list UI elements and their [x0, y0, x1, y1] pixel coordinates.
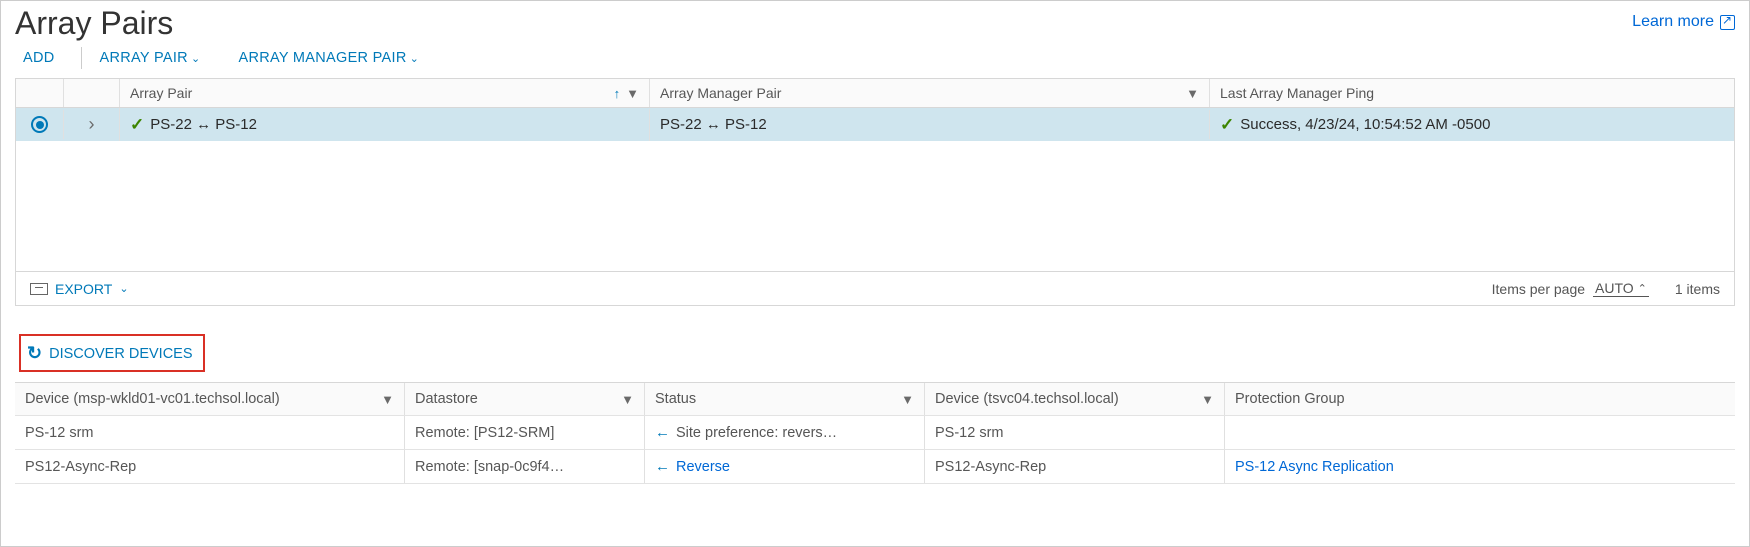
- items-per-page-select[interactable]: AUTO ⌃: [1593, 280, 1649, 297]
- cell-protection-group[interactable]: PS-12 Async Replication: [1225, 450, 1735, 483]
- expand-column: [64, 79, 120, 107]
- column-label: Array Manager Pair: [660, 85, 1180, 101]
- filter-icon[interactable]: ▼: [621, 392, 634, 407]
- export-button[interactable]: EXPORT ⌄: [30, 281, 129, 297]
- external-link-icon: [1720, 15, 1735, 30]
- devices-table-row[interactable]: PS-12 srm Remote: [PS12-SRM] ← Site pref…: [15, 416, 1735, 450]
- page-title: Array Pairs: [15, 5, 173, 42]
- column-status[interactable]: Status ▼: [645, 383, 925, 415]
- column-label: Status: [655, 391, 895, 407]
- cell-datastore: Remote: [PS12-SRM]: [405, 416, 645, 449]
- array-manager-pair-label: ARRAY MANAGER PAIR: [238, 50, 406, 66]
- array-pair-label: ARRAY PAIR: [100, 50, 188, 66]
- chevron-up-icon: ⌃: [1638, 282, 1647, 295]
- separator: [81, 47, 82, 69]
- cell-last-ping: ✓ Success, 4/23/24, 10:54:52 AM -0500: [1210, 109, 1734, 141]
- cell-array-manager-pair: PS-22 ↔ PS-12: [650, 110, 1210, 139]
- add-button[interactable]: ADD: [19, 44, 67, 72]
- filter-icon[interactable]: ▼: [1201, 392, 1214, 407]
- chevron-right-icon: ›: [89, 114, 95, 135]
- last-ping-value: Success, 4/23/24, 10:54:52 AM -0500: [1240, 116, 1490, 133]
- arrow-left-icon: ←: [655, 458, 670, 475]
- pagination-area: Items per page AUTO ⌃ 1 items: [1492, 280, 1720, 297]
- column-label: Array Pair: [130, 85, 608, 101]
- column-label: Last Array Manager Ping: [1220, 85, 1724, 101]
- discover-section: ↻ DISCOVER DEVICES Device (msp-wkld01-vc…: [15, 334, 1735, 484]
- filter-icon[interactable]: ▼: [1186, 86, 1199, 101]
- array-pair-value: PS-22 ↔ PS-12: [150, 116, 257, 133]
- table-footer: EXPORT ⌄ Items per page AUTO ⌃ 1 items: [16, 271, 1734, 305]
- status-value[interactable]: Reverse: [676, 459, 730, 475]
- column-datastore[interactable]: Datastore ▼: [405, 383, 645, 415]
- select-column: [16, 79, 64, 107]
- radio-selected-icon[interactable]: [31, 116, 48, 133]
- check-icon: ✓: [130, 115, 144, 135]
- cell-device-2: PS-12 srm: [925, 416, 1225, 449]
- array-manager-pair-value: PS-22 ↔ PS-12: [660, 116, 767, 133]
- check-icon: ✓: [1220, 115, 1234, 135]
- arrow-left-icon: ←: [655, 424, 670, 441]
- chevron-down-icon: ⌄: [410, 52, 420, 65]
- table-header: Array Pair ↑ ▼ Array Manager Pair ▼ Last…: [16, 79, 1734, 108]
- export-icon: [30, 283, 48, 295]
- toolbar: ADD ARRAY PAIR ⌄ ARRAY MANAGER PAIR ⌄: [19, 44, 1735, 72]
- discover-devices-button[interactable]: ↻ DISCOVER DEVICES: [19, 334, 205, 372]
- table-empty-space: [16, 141, 1734, 271]
- row-select[interactable]: [16, 110, 64, 139]
- array-pairs-table: Array Pair ↑ ▼ Array Manager Pair ▼ Last…: [15, 78, 1735, 306]
- items-per-page-value: AUTO: [1595, 280, 1634, 296]
- filter-icon[interactable]: ▼: [901, 392, 914, 407]
- cell-datastore: Remote: [snap-0c9f4…: [405, 450, 645, 483]
- column-device-2[interactable]: Device (tsvc04.techsol.local) ▼: [925, 383, 1225, 415]
- array-manager-pair-menu[interactable]: ARRAY MANAGER PAIR ⌄: [234, 44, 431, 72]
- cell-device-1: PS12-Async-Rep: [15, 450, 405, 483]
- cell-status: ← Site preference: revers…: [645, 416, 925, 449]
- column-last-ping[interactable]: Last Array Manager Ping: [1210, 79, 1734, 107]
- cell-array-pair: ✓ PS-22 ↔ PS-12: [120, 109, 650, 141]
- filter-icon[interactable]: ▼: [626, 86, 639, 101]
- row-expand[interactable]: ›: [64, 108, 120, 141]
- devices-table-row[interactable]: PS12-Async-Rep Remote: [snap-0c9f4… ← Re…: [15, 450, 1735, 484]
- column-protection-group[interactable]: Protection Group: [1225, 383, 1735, 415]
- column-label: Datastore: [415, 391, 615, 407]
- item-count: 1 items: [1675, 281, 1720, 297]
- cell-protection-group: [1225, 416, 1735, 449]
- sort-asc-icon[interactable]: ↑: [614, 86, 621, 101]
- table-row[interactable]: › ✓ PS-22 ↔ PS-12 PS-22 ↔ PS-12 ✓ Succes…: [16, 108, 1734, 141]
- discover-label: DISCOVER DEVICES: [49, 346, 192, 362]
- column-label: Protection Group: [1235, 391, 1725, 407]
- status-value: Site preference: revers…: [676, 425, 837, 441]
- column-label: Device (msp-wkld01-vc01.techsol.local): [25, 391, 375, 407]
- cell-device-2: PS12-Async-Rep: [925, 450, 1225, 483]
- refresh-icon: ↻: [27, 343, 42, 364]
- learn-more-link[interactable]: Learn more: [1632, 13, 1735, 31]
- column-array-manager-pair[interactable]: Array Manager Pair ▼: [650, 79, 1210, 107]
- column-label: Device (tsvc04.techsol.local): [935, 391, 1195, 407]
- items-per-page-label: Items per page: [1492, 281, 1585, 297]
- column-device-1[interactable]: Device (msp-wkld01-vc01.techsol.local) ▼: [15, 383, 405, 415]
- cell-device-1: PS-12 srm: [15, 416, 405, 449]
- devices-table-header: Device (msp-wkld01-vc01.techsol.local) ▼…: [15, 383, 1735, 416]
- cell-status: ← Reverse: [645, 450, 925, 483]
- learn-more-label: Learn more: [1632, 13, 1714, 31]
- chevron-down-icon: ⌄: [191, 52, 201, 65]
- devices-table: Device (msp-wkld01-vc01.techsol.local) ▼…: [15, 382, 1735, 484]
- filter-icon[interactable]: ▼: [381, 392, 394, 407]
- export-label: EXPORT: [55, 281, 112, 297]
- chevron-down-icon: ⌄: [119, 282, 128, 295]
- array-pair-menu[interactable]: ARRAY PAIR ⌄: [96, 44, 213, 72]
- column-array-pair[interactable]: Array Pair ↑ ▼: [120, 79, 650, 107]
